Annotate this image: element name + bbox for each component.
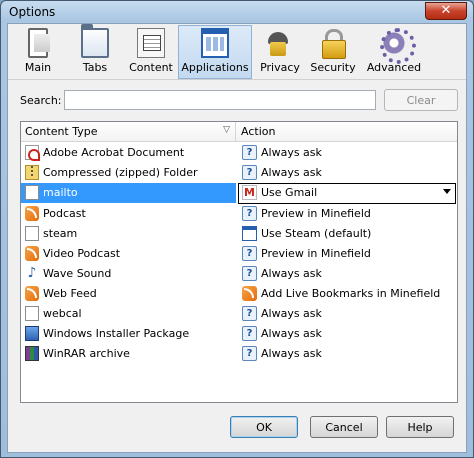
content-type-list: Content Type ▽ Action Adobe Acrobat Docu… — [20, 121, 458, 403]
zip-folder-icon — [25, 165, 39, 180]
action-header-label: Action — [241, 125, 276, 138]
rar-icon — [25, 346, 39, 361]
tab-security[interactable]: Security — [310, 26, 356, 78]
window-title: Options — [9, 5, 56, 19]
action-cell: Add Live Bookmarks in Minefield — [261, 287, 441, 300]
content-type-cell: Adobe Acrobat Document — [43, 146, 185, 159]
tabs-icon — [81, 24, 109, 58]
ask-icon: ? — [242, 206, 257, 221]
tab-content[interactable]: Content — [124, 26, 178, 78]
table-row[interactable]: Compressed (zipped) Folder ? Always ask — [21, 163, 457, 183]
action-cell: Always ask — [261, 166, 322, 179]
installer-icon — [25, 326, 39, 341]
action-dropdown-value: Use Gmail — [261, 186, 318, 199]
gmail-icon: M — [242, 185, 257, 200]
content-type-cell: Video Podcast — [43, 247, 121, 260]
tab-main-label: Main — [24, 61, 52, 74]
tab-tabs[interactable]: Tabs — [72, 24, 118, 78]
search-input[interactable] — [64, 90, 376, 110]
tab-tabs-label: Tabs — [82, 61, 108, 74]
document-icon — [25, 226, 39, 241]
music-note-icon: ♪ — [27, 265, 37, 281]
table-row[interactable]: WinRAR archive ? Always ask — [21, 344, 457, 364]
content-type-cell: Compressed (zipped) Folder — [43, 166, 198, 179]
table-row[interactable]: Video Podcast ? Preview in Minefield — [21, 244, 457, 264]
ask-icon: ? — [242, 145, 257, 160]
ask-icon: ? — [242, 326, 257, 341]
window-icon — [242, 226, 257, 241]
content-type-cell: mailto — [43, 186, 78, 199]
tab-main[interactable]: Main — [16, 26, 60, 78]
ask-icon: ? — [242, 165, 257, 180]
preferences-toolbar: Main Tabs Content Applications Privacy S… — [8, 24, 466, 80]
table-row-selected[interactable]: mailto M Use Gmail — [21, 183, 457, 204]
list-header: Content Type ▽ Action — [21, 122, 457, 142]
action-column-header[interactable]: Action — [237, 122, 457, 142]
feed-icon — [25, 286, 39, 301]
ask-icon: ? — [242, 306, 257, 321]
chevron-down-icon[interactable] — [443, 189, 451, 194]
content-type-cell: Wave Sound — [43, 267, 112, 280]
tab-privacy[interactable]: Privacy — [258, 26, 302, 78]
ask-icon: ? — [242, 246, 257, 261]
table-row[interactable]: webcal ? Always ask — [21, 304, 457, 324]
ok-button[interactable]: OK — [230, 416, 298, 438]
action-cell: Always ask — [261, 146, 322, 159]
options-window: Options ✕ Main Tabs Content Applications — [0, 0, 474, 458]
content-type-cell: WinRAR archive — [43, 347, 130, 360]
feed-icon — [25, 246, 39, 261]
table-row[interactable]: Adobe Acrobat Document ? Always ask — [21, 143, 457, 163]
dialog-client-area: Main Tabs Content Applications Privacy S… — [7, 23, 467, 453]
action-cell: Always ask — [261, 327, 322, 340]
action-cell: Preview in Minefield — [261, 247, 371, 260]
ask-icon: ? — [242, 346, 257, 361]
title-bar[interactable]: Options ✕ — [1, 1, 473, 23]
table-row[interactable]: Podcast ? Preview in Minefield — [21, 204, 457, 224]
search-label: Search: — [20, 94, 62, 107]
ask-icon: ? — [242, 266, 257, 281]
tab-applications[interactable]: Applications — [178, 25, 252, 79]
action-cell: Preview in Minefield — [261, 207, 371, 220]
action-cell: Always ask — [261, 267, 322, 280]
tab-privacy-label: Privacy — [260, 61, 300, 74]
security-icon — [319, 28, 347, 59]
content-type-cell: webcal — [43, 307, 82, 320]
tab-applications-label: Applications — [181, 61, 249, 74]
content-type-cell: steam — [43, 227, 78, 240]
pdf-icon — [25, 145, 40, 161]
table-row[interactable]: ♪ Wave Sound ? Always ask — [21, 264, 457, 284]
action-cell: Always ask — [261, 347, 322, 360]
content-type-header-label: Content Type — [25, 125, 98, 138]
action-cell: Always ask — [261, 307, 322, 320]
tab-security-label: Security — [310, 61, 356, 74]
table-row[interactable]: Windows Installer Package ? Always ask — [21, 324, 457, 344]
content-type-column-header[interactable]: Content Type ▽ — [21, 122, 236, 142]
feed-icon — [242, 286, 257, 301]
sort-indicator-icon: ▽ — [223, 125, 230, 135]
document-icon — [25, 306, 39, 321]
close-button[interactable]: ✕ — [425, 2, 467, 20]
table-row[interactable]: steam Use Steam (default) — [21, 224, 457, 244]
advanced-icon — [380, 28, 416, 64]
privacy-icon — [266, 28, 294, 58]
action-cell: Use Steam (default) — [261, 227, 372, 240]
help-button[interactable]: Help — [386, 416, 454, 438]
content-icon — [137, 28, 165, 58]
cancel-button[interactable]: Cancel — [310, 416, 378, 438]
applications-icon — [201, 28, 229, 58]
content-type-cell: Podcast — [43, 207, 86, 220]
tab-content-label: Content — [129, 61, 173, 74]
content-type-cell: Windows Installer Package — [43, 327, 190, 340]
document-icon — [25, 185, 39, 200]
content-type-cell: Web Feed — [43, 287, 97, 300]
clear-button[interactable]: Clear — [384, 89, 458, 111]
tab-advanced[interactable]: Advanced — [366, 26, 422, 78]
table-row[interactable]: Web Feed Add Live Bookmarks in Minefield — [21, 284, 457, 304]
feed-icon — [25, 206, 39, 221]
main-icon — [28, 28, 50, 58]
